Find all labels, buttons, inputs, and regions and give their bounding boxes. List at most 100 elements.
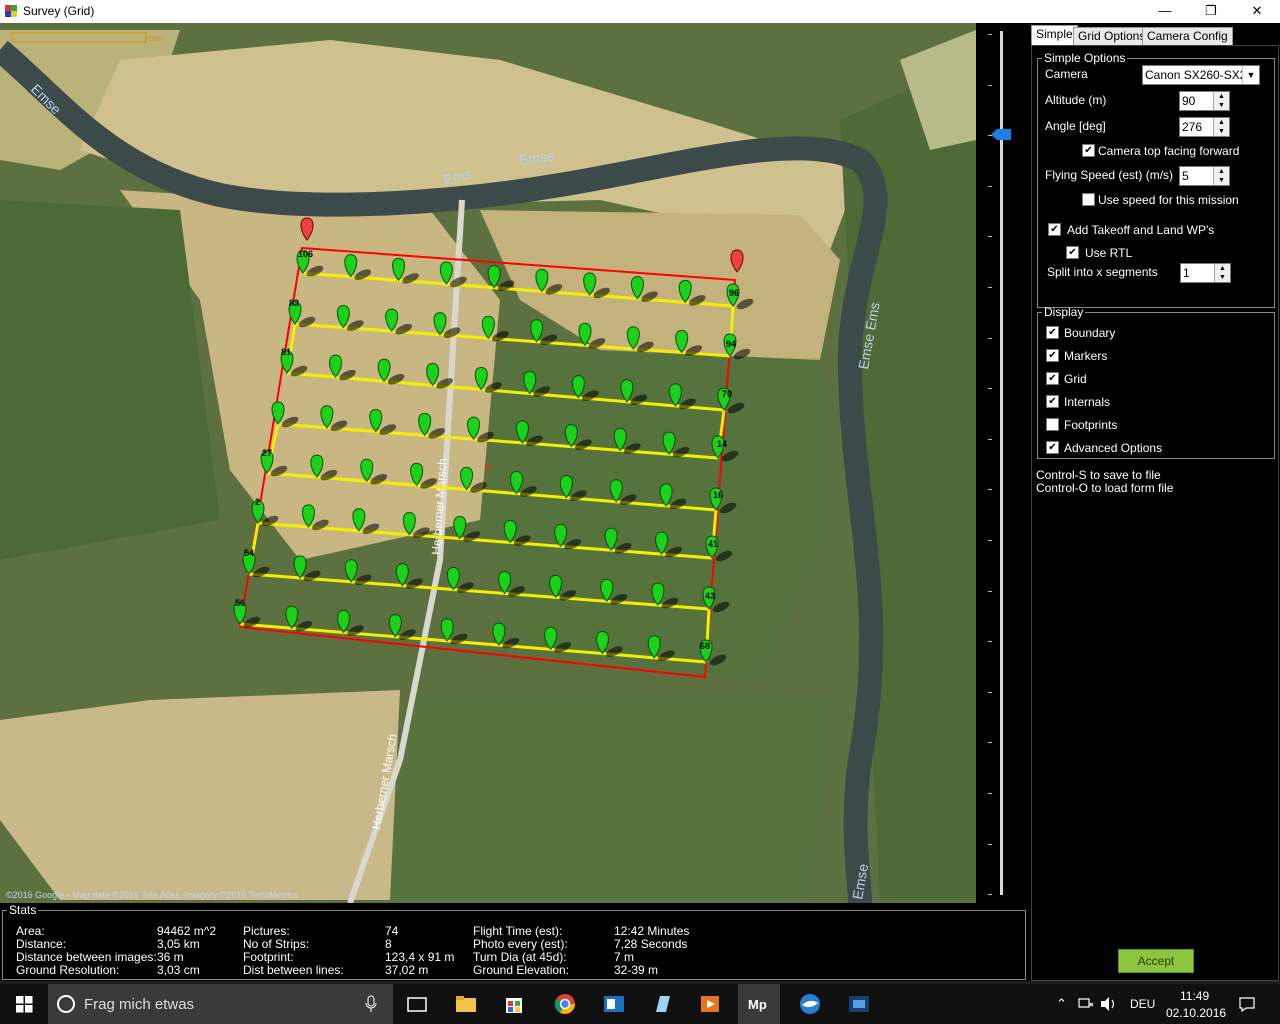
stat-value: 32-39 m bbox=[614, 963, 659, 977]
waypoint-label: 54 bbox=[244, 548, 254, 558]
internals-checkbox[interactable]: ✔ bbox=[1046, 395, 1059, 408]
stat-value: 7,28 Seconds bbox=[614, 937, 688, 951]
flying-speed-label: Flying Speed (est) (m/s) bbox=[1045, 168, 1174, 182]
flying-speed-stepper[interactable]: 5 ▲ ▼ bbox=[1179, 166, 1230, 186]
slider-tick bbox=[988, 186, 992, 187]
mission-planner-icon[interactable]: Mp bbox=[745, 990, 773, 1018]
angle-stepper[interactable]: 276 ▲ ▼ bbox=[1179, 117, 1230, 137]
waypoint-label: 68 bbox=[700, 641, 710, 651]
waypoint-label: 14 bbox=[717, 439, 727, 449]
stats-panel: Stats Area: 94462 m^2 Distance: 3,05 km … bbox=[0, 903, 1028, 981]
file-explorer-icon[interactable] bbox=[452, 990, 480, 1018]
slider-tick bbox=[988, 894, 992, 895]
task-view-icon[interactable] bbox=[403, 990, 431, 1018]
app-icon[interactable] bbox=[845, 990, 873, 1018]
slider-tick bbox=[988, 388, 992, 389]
camera-select[interactable]: Canon SX260-SX28 ▼ bbox=[1142, 65, 1260, 85]
volume-icon[interactable] bbox=[1100, 996, 1118, 1012]
checkmark-icon: ✔ bbox=[1084, 145, 1093, 156]
slider-tick bbox=[988, 540, 992, 541]
windows-start-icon[interactable] bbox=[10, 990, 38, 1018]
waypoint-label: 16 bbox=[713, 490, 723, 500]
altitude-stepper[interactable]: 90 ▲ ▼ bbox=[1179, 91, 1230, 111]
altitude-value: 90 bbox=[1182, 94, 1196, 108]
notification-icon[interactable] bbox=[1238, 996, 1256, 1012]
accept-button[interactable]: Accept bbox=[1118, 949, 1194, 973]
tab-camera-config[interactable]: Camera Config bbox=[1142, 27, 1233, 45]
use-speed-checkbox[interactable] bbox=[1082, 193, 1095, 206]
camera-top-label: Camera top facing forward bbox=[1098, 144, 1240, 158]
checkmark-icon: ✔ bbox=[1048, 350, 1057, 361]
microphone-icon[interactable] bbox=[364, 995, 378, 1013]
takeoff-land-label: Add Takeoff and Land WP's bbox=[1067, 223, 1215, 237]
stat-label: No of Strips: bbox=[243, 937, 310, 951]
boundary-checkbox[interactable]: ✔ bbox=[1046, 326, 1059, 339]
markers-checkbox[interactable]: ✔ bbox=[1046, 349, 1059, 362]
spinner-arrows-icon[interactable]: ▲ ▼ bbox=[1213, 92, 1229, 110]
maximize-button[interactable]: ❐ bbox=[1188, 0, 1234, 23]
checkmark-icon: ✔ bbox=[1048, 442, 1057, 453]
stat-value: 37,02 m bbox=[385, 963, 429, 977]
network-icon[interactable] bbox=[1078, 997, 1094, 1011]
markers-label: Markers bbox=[1064, 349, 1108, 363]
checkmark-icon: ✔ bbox=[1068, 247, 1077, 258]
clock-date[interactable]: 02.10.2016 bbox=[1166, 1006, 1226, 1020]
waypoint-label: 56 bbox=[235, 598, 245, 608]
camera-top-checkbox[interactable]: ✔ bbox=[1082, 144, 1095, 157]
stat-value: 94462 m^2 bbox=[157, 924, 217, 938]
taskbar: Frag mich etwas Mp ⌃ DEU 11:49 02.10.201… bbox=[0, 984, 1280, 1024]
stat-value: 7 m bbox=[614, 950, 635, 964]
store-icon[interactable] bbox=[500, 990, 528, 1018]
segments-stepper[interactable]: 1 ▲ ▼ bbox=[1180, 263, 1231, 283]
spinner-arrows-icon[interactable]: ▲ ▼ bbox=[1213, 167, 1229, 185]
paint-icon[interactable] bbox=[648, 990, 676, 1018]
zoom-track[interactable] bbox=[1000, 31, 1003, 895]
save-hint: Control-S to save to file bbox=[1036, 468, 1161, 482]
slider-tick bbox=[988, 287, 992, 288]
use-rtl-checkbox[interactable]: ✔ bbox=[1066, 246, 1079, 259]
stat-label: Footprint: bbox=[243, 950, 294, 964]
scale-text: com bbox=[148, 34, 163, 43]
chevron-up-icon[interactable]: ⌃ bbox=[1056, 996, 1067, 1012]
slider-tick bbox=[988, 34, 992, 35]
internals-label: Internals bbox=[1064, 395, 1111, 409]
thunderbird-icon[interactable] bbox=[796, 990, 824, 1018]
stats-legend: Stats bbox=[9, 903, 37, 917]
search-placeholder: Frag mich etwas bbox=[84, 996, 195, 1013]
stat-label: Dist between lines: bbox=[243, 963, 344, 977]
tab-strip: Simple Grid Options Camera Config bbox=[1028, 25, 1280, 46]
stat-label: Area: bbox=[16, 924, 45, 938]
slider-tick bbox=[988, 844, 992, 845]
language-indicator[interactable]: DEU bbox=[1130, 997, 1155, 1011]
tab-simple[interactable]: Simple bbox=[1031, 25, 1078, 46]
clock-time[interactable]: 11:49 bbox=[1180, 989, 1209, 1003]
takeoff-land-checkbox[interactable]: ✔ bbox=[1048, 223, 1061, 236]
spinner-arrows-icon[interactable]: ▲ ▼ bbox=[1214, 264, 1230, 282]
zoom-thumb[interactable] bbox=[991, 129, 1011, 140]
spinner-arrows-icon[interactable]: ▲ ▼ bbox=[1213, 118, 1229, 136]
chevron-down-icon[interactable]: ▼ bbox=[1242, 66, 1259, 84]
close-button[interactable]: ✕ bbox=[1234, 0, 1280, 23]
search-box[interactable]: Frag mich etwas bbox=[48, 984, 393, 1024]
grid-checkbox[interactable]: ✔ bbox=[1046, 372, 1059, 385]
tab-grid-options[interactable]: Grid Options bbox=[1073, 27, 1151, 45]
chrome-icon[interactable] bbox=[551, 990, 579, 1018]
stat-value: 36 m bbox=[157, 950, 184, 964]
taskbar-item-active[interactable]: Mp bbox=[738, 984, 780, 1024]
boundary-label: Boundary bbox=[1064, 326, 1116, 340]
minimize-button[interactable]: — bbox=[1142, 0, 1188, 23]
footprints-checkbox[interactable] bbox=[1046, 418, 1059, 431]
outlook-icon[interactable] bbox=[600, 990, 628, 1018]
advanced-options-checkbox[interactable]: ✔ bbox=[1046, 441, 1059, 454]
use-speed-label: Use speed for this mission bbox=[1098, 193, 1239, 207]
flying-speed-value: 5 bbox=[1182, 169, 1189, 183]
waypoint-label: 2 bbox=[255, 497, 260, 507]
angle-value: 276 bbox=[1182, 120, 1203, 134]
media-player-icon[interactable] bbox=[696, 990, 724, 1018]
waypoint-label: 41 bbox=[708, 539, 718, 549]
slider-tick bbox=[988, 439, 992, 440]
checkmark-icon: ✔ bbox=[1050, 224, 1059, 235]
options-panel: Simple Grid Options Camera Config Simple… bbox=[1028, 23, 1280, 981]
zoom-slider[interactable] bbox=[976, 23, 1028, 903]
satellite-map[interactable]: Emse Ems Emse Emse Ems Emse Herberner Ma… bbox=[0, 23, 976, 903]
